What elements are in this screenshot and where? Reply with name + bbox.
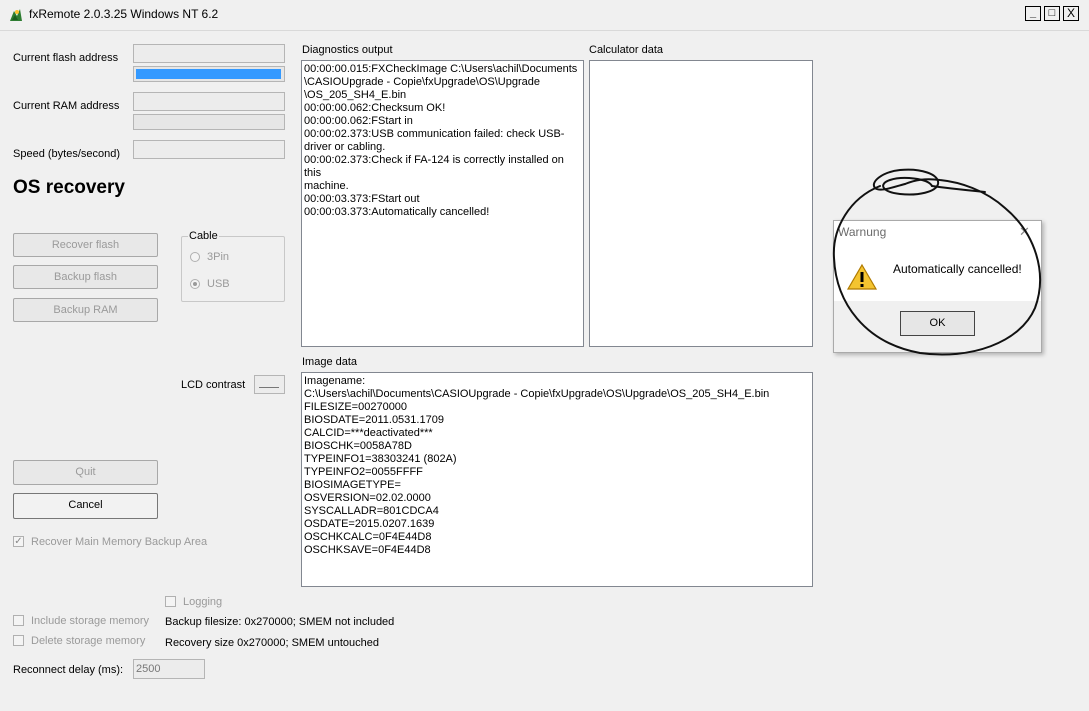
- mode-title: OS recovery: [13, 177, 125, 198]
- app-icon: [10, 9, 22, 21]
- image-data-line: OSCHKSAVE=0F4E44D8: [304, 544, 431, 556]
- close-button[interactable]: X: [1063, 6, 1079, 21]
- recover-main-memory-label: Recover Main Memory Backup Area: [31, 536, 208, 548]
- logging-label: Logging: [183, 596, 223, 608]
- image-data-line: OSCHKCALC=0F4E44D8: [304, 531, 432, 543]
- diagnostics-line: 00:00:03.373:Automatically cancelled!: [304, 206, 490, 218]
- ram-address-field: [133, 92, 285, 111]
- diagnostics-line: 00:00:00.062:Checksum OK!: [304, 102, 446, 114]
- ram-progress-bar: [133, 114, 285, 130]
- reconnect-delay-input[interactable]: 2500: [133, 659, 205, 679]
- minimize-button[interactable]: _: [1025, 6, 1041, 21]
- diagnostics-line: 00:00:02.373:USB communication failed: c…: [304, 128, 565, 153]
- image-data-title: Image data: [302, 356, 358, 368]
- lcd-contrast-label: LCD contrast: [181, 379, 246, 391]
- image-data-line: TYPEINFO2=0055FFFF: [304, 466, 423, 478]
- cable-group-title: Cable: [188, 230, 219, 242]
- flash-progress-bar: [133, 66, 285, 82]
- diagnostics-line: 00:00:03.373:FStart out: [304, 193, 420, 205]
- annotation-scribble: [832, 168, 1042, 356]
- backup-flash-button[interactable]: Backup flash: [13, 265, 158, 289]
- recovery-size-text: Recovery size 0x270000; SMEM untouched: [165, 637, 380, 649]
- cancel-button[interactable]: Cancel: [13, 493, 158, 519]
- diagnostics-line: 00:00:00.062:FStart in: [304, 115, 413, 127]
- maximize-button[interactable]: □: [1044, 6, 1060, 21]
- ram-address-label: Current RAM address: [13, 100, 120, 112]
- delete-storage-checkbox[interactable]: [13, 635, 24, 646]
- image-data-line: BIOSDATE=2011.0531.1709: [304, 414, 444, 426]
- image-data-line: C:\Users\achil\Documents\CASIOUpgrade - …: [304, 388, 770, 400]
- image-data-box[interactable]: Imagename: C:\Users\achil\Documents\CASI…: [301, 372, 813, 587]
- diagnostics-output[interactable]: 00:00:00.015:FXCheckImage C:\Users\achil…: [301, 60, 584, 347]
- image-data-line: BIOSIMAGETYPE=: [304, 479, 401, 491]
- radio-3pin[interactable]: [190, 252, 200, 262]
- radio-usb-label: USB: [207, 278, 230, 290]
- speed-label: Speed (bytes/second): [13, 148, 121, 160]
- include-storage-checkbox[interactable]: [13, 615, 24, 626]
- backup-ram-button[interactable]: Backup RAM: [13, 298, 158, 322]
- calculator-data-box[interactable]: [589, 60, 813, 347]
- diagnostics-line: 00:00:00.015:FXCheckImage C:\Users\achil…: [304, 63, 578, 101]
- calculator-data-title: Calculator data: [589, 44, 663, 56]
- image-data-line: OSVERSION=02.02.0000: [304, 492, 431, 504]
- lcd-contrast-value: [259, 387, 279, 388]
- lcd-contrast-field[interactable]: [254, 375, 285, 394]
- image-data-line: OSDATE=2015.0207.1639: [304, 518, 435, 530]
- image-data-line: SYSCALLADR=801CDCA4: [304, 505, 439, 517]
- image-data-line: TYPEINFO1=38303241 (802A): [304, 453, 457, 465]
- image-data-line: Imagename:: [304, 375, 366, 387]
- radio-3pin-label: 3Pin: [207, 251, 230, 263]
- flash-progress-fill: [136, 69, 281, 79]
- flash-address-label: Current flash address: [13, 52, 119, 64]
- image-data-line: FILESIZE=00270000: [304, 401, 408, 413]
- recover-main-memory-checkbox[interactable]: ✓: [13, 536, 24, 547]
- image-data-line: CALCID=***deactivated***: [304, 427, 433, 439]
- delete-storage-label: Delete storage memory: [31, 635, 146, 647]
- window-title: fxRemote 2.0.3.25 Windows NT 6.2: [29, 7, 219, 21]
- diagnostics-line: 00:00:02.373:Check if FA-124 is correctl…: [304, 154, 564, 192]
- flash-address-field: [133, 44, 285, 63]
- image-data-line: BIOSCHK=0058A78D: [304, 440, 412, 452]
- recover-flash-button[interactable]: Recover flash: [13, 233, 158, 257]
- logging-checkbox[interactable]: [165, 596, 176, 607]
- speed-field: [133, 140, 285, 159]
- radio-usb[interactable]: [190, 279, 200, 289]
- reconnect-delay-label: Reconnect delay (ms):: [13, 664, 124, 676]
- radio-usb-selected: [193, 282, 197, 286]
- diagnostics-title: Diagnostics output: [302, 44, 393, 56]
- include-storage-label: Include storage memory: [31, 615, 149, 627]
- quit-button[interactable]: Quit: [13, 460, 158, 485]
- backup-filesize-text: Backup filesize: 0x270000; SMEM not incl…: [165, 616, 395, 628]
- cable-groupbox: [181, 236, 285, 302]
